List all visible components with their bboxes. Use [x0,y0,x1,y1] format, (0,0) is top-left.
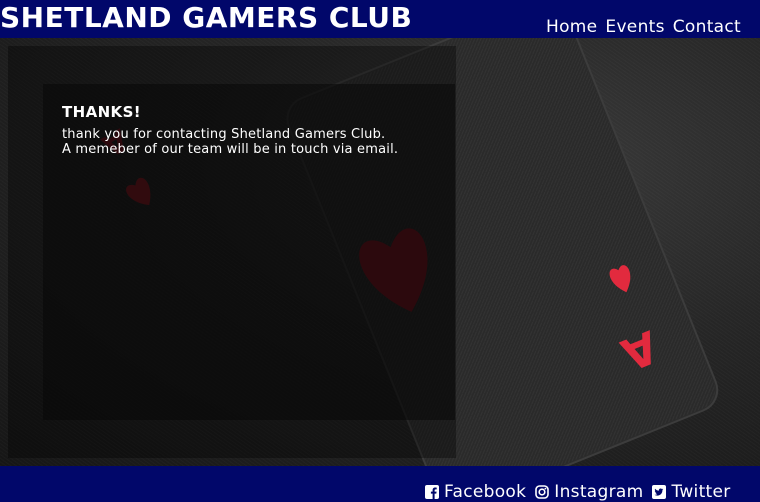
twitter-link[interactable]: Twitter [652,482,730,502]
nav-contact-link[interactable]: Contact [673,17,741,37]
facebook-icon [425,485,439,499]
page: A A SHETLAND GAMERS CLUB Home Events Con… [0,0,760,502]
nav-home-link[interactable]: Home [546,17,597,37]
thanks-message-line-1: thank you for contacting Shetland Gamers… [62,127,386,142]
site-header: SHETLAND GAMERS CLUB Home Events Contact [0,0,760,38]
site-footer: Facebook Instagram Twitter [0,466,760,502]
facebook-link[interactable]: Facebook [425,482,526,502]
nav-events-link[interactable]: Events [605,17,664,37]
facebook-label: Facebook [444,482,527,502]
site-title[interactable]: SHETLAND GAMERS CLUB [0,0,412,37]
twitter-label: Twitter [671,482,731,502]
instagram-icon [535,485,550,499]
thanks-heading: THANKS! [62,103,142,121]
thanks-message: thank you for contacting Shetland Gamers… [62,127,422,157]
social-links: Facebook Instagram Twitter [425,482,740,502]
thanks-message-line-2: A memeber of our team will be in touch v… [62,142,399,157]
main-nav: Home Events Contact [546,17,749,37]
instagram-link[interactable]: Instagram [535,482,643,502]
twitter-icon [652,485,667,499]
instagram-label: Instagram [554,482,644,502]
